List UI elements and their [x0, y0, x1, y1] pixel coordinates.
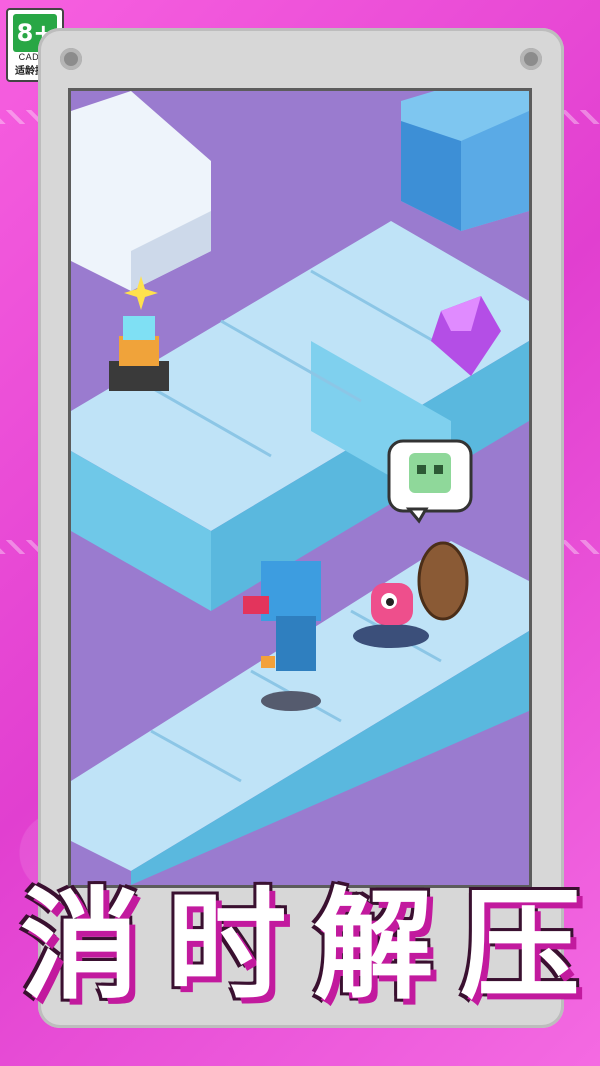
wooden-shield-icon [417, 541, 469, 621]
promo-title: 消 时 解 压 [20, 872, 580, 1022]
title-char: 消 [20, 877, 140, 1016]
ice-block [401, 91, 529, 231]
title-char: 压 [459, 877, 580, 1016]
game-screen[interactable] [68, 88, 532, 888]
title-char: 时 [166, 877, 287, 1016]
game-scene [71, 91, 529, 885]
title-char: 解 [313, 877, 434, 1016]
skull-speech-icon [387, 439, 473, 524]
screw-icon [60, 48, 82, 70]
screw-icon [520, 48, 542, 70]
